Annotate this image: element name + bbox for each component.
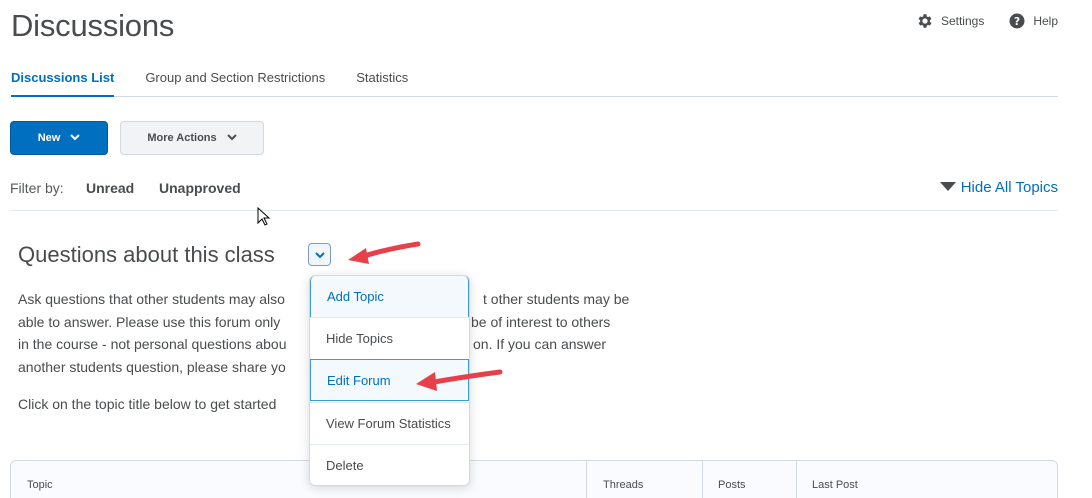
forum-actions-toggle[interactable]	[308, 243, 331, 266]
description-fragment: on. If you can answer	[473, 336, 607, 352]
filter-unread[interactable]: Unread	[86, 180, 134, 196]
hide-all-topics-link[interactable]: Hide All Topics	[939, 179, 1058, 196]
forum-title[interactable]: Questions about this class	[18, 242, 275, 268]
annotation-arrow-icon	[346, 238, 422, 273]
menu-item-add-topic[interactable]: Add Topic	[310, 276, 469, 318]
page-title: Discussions	[11, 8, 175, 43]
help-link[interactable]: ? Help	[1008, 12, 1058, 30]
new-button-label: New	[37, 132, 61, 144]
tab-bar: Discussions List Group and Section Restr…	[11, 66, 1058, 97]
description-fragment: t other students may be	[483, 291, 630, 307]
column-header-threads[interactable]: Threads	[603, 479, 643, 491]
help-circle-icon: ?	[1008, 12, 1026, 30]
filter-label: Filter by:	[10, 180, 64, 196]
tab-discussions-list[interactable]: Discussions List	[11, 66, 115, 97]
chevron-down-icon	[226, 132, 237, 144]
annotation-arrow-icon	[414, 364, 504, 399]
help-label: Help	[1033, 14, 1058, 28]
menu-item-delete[interactable]: Delete	[310, 444, 469, 485]
column-divider	[586, 461, 587, 498]
filter-unapproved[interactable]: Unapproved	[159, 180, 241, 196]
mouse-cursor-icon	[257, 206, 271, 232]
more-actions-label: More Actions	[147, 132, 217, 144]
filter-bar: Filter by: Unread Unapproved Hide All To…	[10, 178, 1058, 211]
svg-text:?: ?	[1014, 16, 1020, 28]
column-divider	[702, 461, 703, 498]
more-actions-button[interactable]: More Actions	[120, 121, 264, 155]
column-divider	[796, 461, 797, 498]
topics-table-header: Topic Threads Posts Last Post	[10, 460, 1058, 498]
new-button[interactable]: New	[10, 121, 108, 155]
hide-all-topics-label: Hide All Topics	[960, 179, 1058, 196]
tab-group-section-restrictions[interactable]: Group and Section Restrictions	[145, 66, 325, 97]
settings-link[interactable]: Settings	[916, 12, 984, 30]
description-fragment: be of interest to others	[471, 313, 611, 330]
top-links: Settings ? Help	[916, 12, 1058, 30]
settings-label: Settings	[940, 14, 985, 28]
caret-down-icon	[939, 179, 956, 196]
gear-icon	[916, 12, 934, 30]
column-header-posts[interactable]: Posts	[718, 479, 746, 491]
column-header-last-post[interactable]: Last Post	[812, 479, 858, 491]
forum-description-right: t other students may be be of interest t…	[471, 288, 629, 356]
click-hint-text: Click on the topic title below to get st…	[18, 396, 277, 412]
chevron-down-icon	[314, 246, 325, 264]
chevron-down-icon	[70, 132, 81, 144]
column-header-topic[interactable]: Topic	[27, 479, 53, 491]
menu-item-hide-topics[interactable]: Hide Topics	[310, 317, 469, 359]
menu-item-view-forum-statistics[interactable]: View Forum Statistics	[310, 402, 469, 444]
tab-statistics[interactable]: Statistics	[356, 66, 408, 97]
